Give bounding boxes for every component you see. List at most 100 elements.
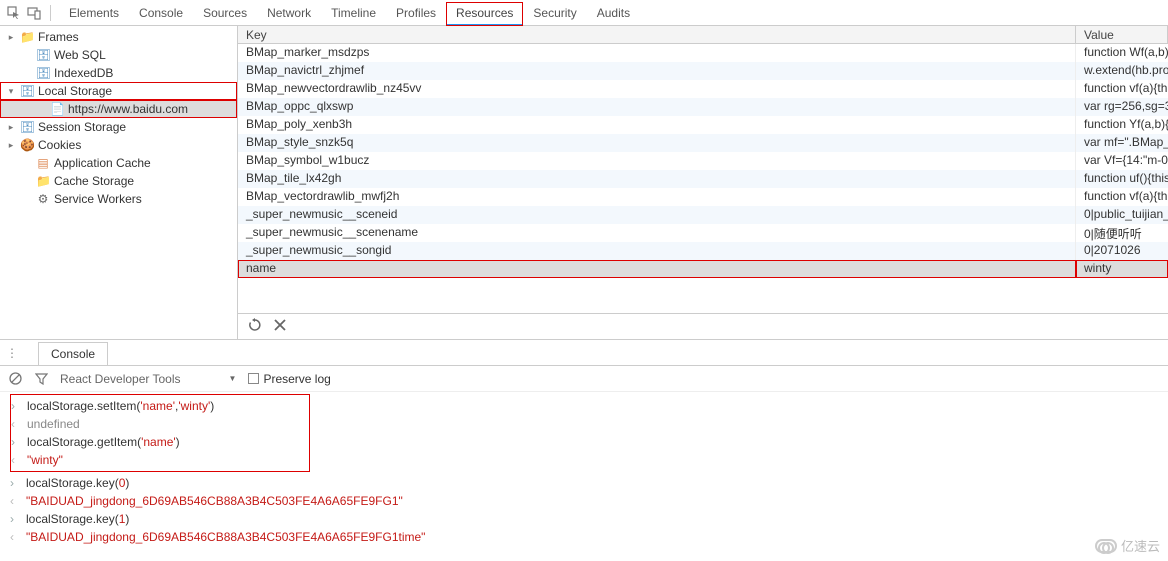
cell-key: _super_newmusic__scenename (238, 224, 1076, 242)
console-line: ›localStorage.key(0) (10, 474, 1168, 492)
table-row[interactable]: BMap_poly_xenb3hfunction Yf(a,b){e (238, 116, 1168, 134)
cell-value: 0|随便听听 (1076, 224, 1168, 242)
console-output[interactable]: ›localStorage.setItem('name','winty')‹un… (0, 392, 1168, 546)
tab-timeline[interactable]: Timeline (321, 2, 386, 24)
expand-icon: ▾ (6, 86, 16, 97)
console-line: ›localStorage.key(1) (10, 510, 1168, 528)
context-selector[interactable]: React Developer Tools ▼ (60, 372, 236, 386)
cell-value: var Vf={14:"m-0. (1076, 152, 1168, 170)
resources-sidebar: ▸📁Frames🗄Web SQL🗄IndexedDB▾🗄Local Storag… (0, 26, 238, 339)
watermark: 亿速云 (1095, 536, 1160, 555)
cell-key: BMap_poly_xenb3h (238, 116, 1076, 134)
gear-icon: ⚙ (36, 192, 50, 206)
tree-item-label: IndexedDB (54, 66, 113, 80)
cell-value: function vf(a){thi (1076, 80, 1168, 98)
tab-security[interactable]: Security (523, 2, 586, 24)
tree-item-label: Service Workers (54, 192, 142, 206)
tree-item-label: Application Cache (54, 156, 151, 170)
cell-key: BMap_vectordrawlib_mwfj2h (238, 188, 1076, 206)
cell-value: function Wf(a,b){ (1076, 44, 1168, 62)
inspect-icon[interactable] (6, 5, 22, 21)
tree-item[interactable]: ▤ Application Cache (0, 154, 237, 172)
cell-value: winty (1076, 260, 1168, 278)
tree-item[interactable]: 📁 Cache Storage (0, 172, 237, 190)
grid-toolbar (238, 313, 1168, 339)
tree-item[interactable]: 📄https://www.baidu.com (0, 100, 237, 118)
tab-elements[interactable]: Elements (59, 2, 129, 24)
console-line: ‹"winty" (11, 451, 309, 469)
db-icon: 🗄 (20, 120, 34, 134)
table-row[interactable]: BMap_style_snzk5qvar mf=".BMap_r (238, 134, 1168, 152)
table-row[interactable]: BMap_vectordrawlib_mwfj2hfunction vf(a){… (238, 188, 1168, 206)
expand-icon: ▸ (6, 32, 16, 43)
filter-icon[interactable] (34, 372, 48, 386)
col-key[interactable]: Key (238, 26, 1076, 43)
table-row[interactable]: BMap_oppc_qlxswpvar rg=256,sg=3 (238, 98, 1168, 116)
tab-network[interactable]: Network (257, 2, 321, 24)
device-icon[interactable] (26, 5, 42, 21)
table-row[interactable]: BMap_newvectordrawlib_nz45vvfunction vf(… (238, 80, 1168, 98)
table-row[interactable]: BMap_tile_lx42ghfunction uf(){this (238, 170, 1168, 188)
table-row[interactable]: BMap_symbol_w1buczvar Vf={14:"m-0. (238, 152, 1168, 170)
console-tab-label: Console (51, 347, 95, 361)
table-row[interactable]: namewinty (238, 260, 1168, 278)
grid-icon: ▤ (36, 156, 50, 170)
db-icon: 🗄 (20, 84, 34, 98)
cell-key: BMap_style_snzk5q (238, 134, 1076, 152)
folder-icon: 📁 (20, 30, 34, 44)
tree-item[interactable]: 🗄IndexedDB (0, 64, 237, 82)
tree-item[interactable]: ▾ 🗄 Local Storage (0, 82, 237, 100)
clear-console-icon[interactable] (8, 372, 22, 386)
tab-resources[interactable]: Resources (446, 2, 523, 26)
tab-audits[interactable]: Audits (587, 2, 640, 24)
cell-value: var rg=256,sg=3 (1076, 98, 1168, 116)
console-line: ›localStorage.getItem('name') (11, 433, 309, 451)
tree-item-label: Cookies (38, 138, 81, 152)
drawer-menu-icon[interactable]: ⋮ (6, 346, 18, 360)
cell-value: 0|public_tuijian_s (1076, 206, 1168, 224)
folder-icon: 📁 (36, 174, 50, 188)
tab-sources[interactable]: Sources (193, 2, 257, 24)
console-line: ‹undefined (11, 415, 309, 433)
tree-item[interactable]: ▸🍪Cookies (0, 136, 237, 154)
console-line: ‹"BAIDUAD_jingdong_6D69AB546CB88A3B4C503… (10, 492, 1168, 510)
table-row[interactable]: BMap_navictrl_zhjmefw.extend(hb.prot (238, 62, 1168, 80)
resources-panel: ▸📁Frames🗄Web SQL🗄IndexedDB▾🗄Local Storag… (0, 26, 1168, 340)
refresh-icon[interactable] (248, 318, 262, 335)
cell-key: BMap_marker_msdzps (238, 44, 1076, 62)
col-value[interactable]: Value (1076, 26, 1168, 43)
console-filterbar: React Developer Tools ▼ Preserve log (0, 366, 1168, 392)
db-icon: 🗄 (36, 48, 50, 62)
devtools-tabbar: ElementsConsoleSourcesNetworkTimelinePro… (0, 0, 1168, 26)
chevron-down-icon: ▼ (229, 374, 237, 383)
delete-icon[interactable] (274, 319, 286, 334)
console-tab[interactable]: Console (38, 342, 108, 365)
tree-item[interactable]: ⚙ Service Workers (0, 190, 237, 208)
tree-item[interactable]: ▸🗄Session Storage (0, 118, 237, 136)
tree-item-label: Session Storage (38, 120, 126, 134)
grid-header: Key Value (238, 26, 1168, 44)
tree-item[interactable]: ▸📁Frames (0, 28, 237, 46)
tree-item-label: Web SQL (54, 48, 106, 62)
table-row[interactable]: _super_newmusic__songid0|2071026 (238, 242, 1168, 260)
checkbox-icon (248, 373, 259, 384)
tab-profiles[interactable]: Profiles (386, 2, 446, 24)
cell-value: function uf(){this (1076, 170, 1168, 188)
tree-item-label: https://www.baidu.com (68, 102, 188, 116)
tree-item-label: Cache Storage (54, 174, 134, 188)
tab-console[interactable]: Console (129, 2, 193, 24)
tree-item-label: Local Storage (38, 84, 112, 98)
table-row[interactable]: BMap_marker_msdzpsfunction Wf(a,b){ (238, 44, 1168, 62)
cell-key: BMap_tile_lx42gh (238, 170, 1076, 188)
tree-item[interactable]: 🗄 Web SQL (0, 46, 237, 64)
table-row[interactable]: _super_newmusic__scenename0|随便听听 (238, 224, 1168, 242)
preserve-log-checkbox[interactable]: Preserve log (248, 372, 330, 386)
console-line: ›localStorage.setItem('name','winty') (11, 397, 309, 415)
cell-key: BMap_navictrl_zhjmef (238, 62, 1076, 80)
console-drawer-toolbar: ⋮ Console (0, 340, 1168, 366)
storage-grid: Key Value BMap_marker_msdzpsfunction Wf(… (238, 26, 1168, 339)
cell-key: _super_newmusic__sceneid (238, 206, 1076, 224)
table-row[interactable]: _super_newmusic__sceneid0|public_tuijian… (238, 206, 1168, 224)
cell-value: w.extend(hb.prot (1076, 62, 1168, 80)
cell-key: BMap_symbol_w1bucz (238, 152, 1076, 170)
